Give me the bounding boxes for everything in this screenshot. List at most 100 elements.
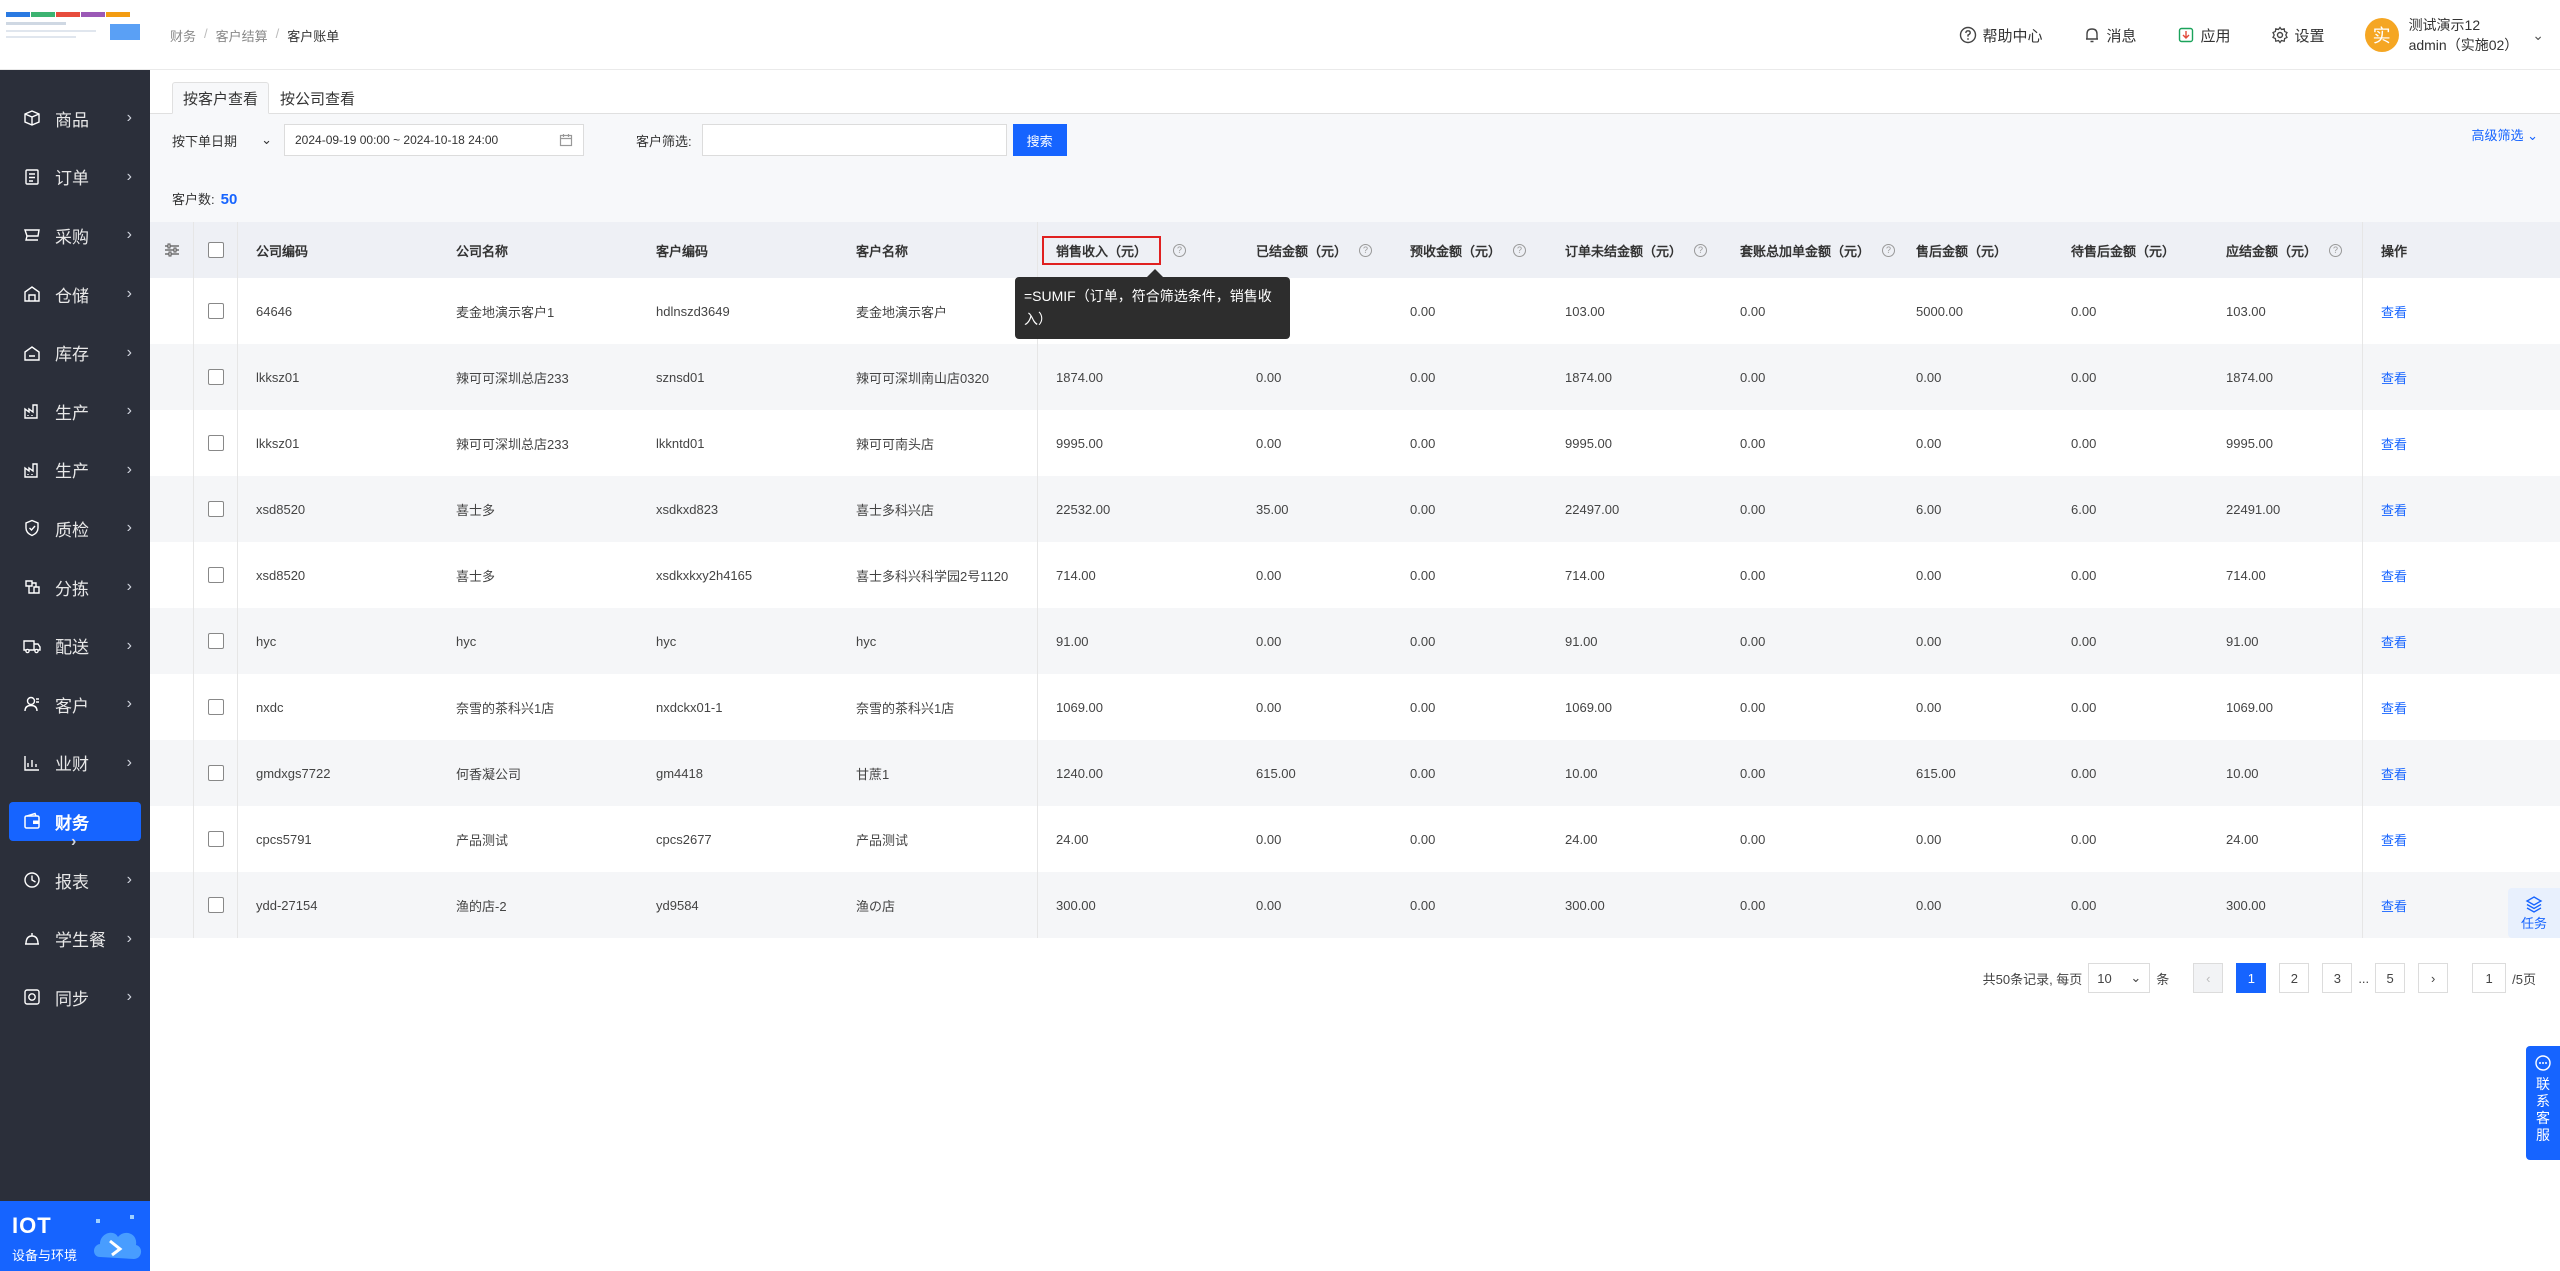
cell-pending-aftersale-amount: 0.00 (2053, 674, 2208, 740)
row-checkbox[interactable] (194, 410, 238, 476)
cell-text: 0.00 (2071, 567, 2097, 583)
help-circle-icon[interactable]: ? (1173, 243, 1187, 257)
cell-prepaid-amount: 0.00 (1392, 674, 1547, 740)
breadcrumb-finance[interactable]: 财务 (170, 26, 196, 45)
sidebar-item-6[interactable]: 生产 › (0, 441, 150, 500)
cell-text: lkksz01 (256, 369, 300, 385)
sidebar-item-15[interactable]: 同步 › (0, 968, 150, 1027)
view-link[interactable]: 查看 (2381, 500, 2407, 519)
row-checkbox[interactable] (194, 608, 238, 674)
sidebar-item-9[interactable]: 配送 › (0, 616, 150, 675)
cell-settled-amount: 0.00 (1238, 872, 1392, 938)
cell-text: 0.00 (1916, 567, 1942, 583)
view-link[interactable]: 查看 (2381, 764, 2407, 783)
row-checkbox[interactable] (194, 806, 238, 872)
date-type-select[interactable]: 按下单日期 ⌄ (172, 131, 272, 150)
iot-entry[interactable]: IOT 设备与环境 (0, 1201, 150, 1271)
customer-service-button[interactable]: 联 系 客 服 (2526, 1046, 2560, 1160)
help-circle-icon[interactable]: ? (1513, 243, 1527, 257)
row-checkbox[interactable] (194, 872, 238, 938)
view-link[interactable]: 查看 (2381, 830, 2407, 849)
row-checkbox[interactable] (194, 542, 238, 608)
sidebar-item-2[interactable]: 采购 › (0, 206, 150, 265)
cell-view-link[interactable]: 查看 (2363, 410, 2560, 476)
table-row: xsd8520 喜士多 xsdkxkxy2h4165 喜士多科兴科学园2号1120 71… (150, 542, 2560, 608)
cell-view-link[interactable]: 查看 (2363, 806, 2560, 872)
page-1-button[interactable]: 1 (2236, 963, 2267, 993)
cell-view-link[interactable]: 查看 (2363, 608, 2560, 674)
chevron-right-icon: › (126, 578, 132, 596)
user-menu[interactable]: 实 测试演示12 admin（实施02） ⌄ (2364, 15, 2544, 55)
row-checkbox[interactable] (194, 344, 238, 410)
sidebar-item-13[interactable]: 报表 › (0, 851, 150, 910)
sidebar-item-12[interactable]: 财务 › (0, 792, 150, 851)
row-checkbox[interactable] (194, 278, 238, 344)
help-circle-icon[interactable]: ? (1882, 243, 1896, 257)
page-2-button[interactable]: 2 (2279, 963, 2310, 993)
messages-link[interactable]: 消息 (2083, 25, 2137, 46)
view-link[interactable]: 查看 (2381, 302, 2407, 321)
view-link[interactable]: 查看 (2381, 368, 2407, 387)
cell-company-name: 辣可可深圳总店233 (438, 410, 638, 476)
sidebar-item-1[interactable]: 订单 › (0, 148, 150, 207)
help-circle-icon[interactable]: ? (1359, 243, 1373, 257)
task-button[interactable]: 任务 (2508, 888, 2560, 938)
cell-package-amount: 0.00 (1722, 344, 1898, 410)
cell-view-link[interactable]: 查看 (2363, 344, 2560, 410)
prev-page-button[interactable]: ‹ (2193, 963, 2224, 993)
chevron-right-icon: › (126, 343, 132, 361)
cell-text: 0.00 (1256, 435, 1282, 451)
cell-view-link[interactable]: 查看 (2363, 542, 2560, 608)
page-jump-input[interactable]: 1 (2472, 963, 2507, 993)
cell-text: 0.00 (2071, 435, 2097, 451)
breadcrumb-settlement[interactable]: 客户结算 (216, 26, 268, 45)
search-button[interactable]: 搜索 (1012, 124, 1067, 156)
sidebar-item-7[interactable]: 质检 › (0, 499, 150, 558)
row-checkbox[interactable] (194, 476, 238, 542)
cell-sales-income: 22532.00 (1038, 476, 1238, 542)
date-range-picker[interactable]: 2024-09-19 00:00 ~ 2024-10-18 24:00 (284, 124, 584, 156)
cell-view-link[interactable]: 查看 (2363, 674, 2560, 740)
cell-text: xsdkxkxy2h4165 (656, 567, 753, 583)
sidebar-item-11[interactable]: 业财 › (0, 734, 150, 793)
cell-view-link[interactable]: 查看 (2363, 740, 2560, 806)
tab-by-company[interactable]: 按公司查看 (269, 82, 366, 114)
logo[interactable] (0, 0, 150, 70)
page-5-button[interactable]: 5 (2375, 963, 2406, 993)
sidebar-item-14[interactable]: 学生餐 › (0, 909, 150, 968)
page-ellipsis: ... (2358, 970, 2370, 986)
cell-unsettled-amount: 1874.00 (1547, 344, 1722, 410)
row-checkbox[interactable] (194, 674, 238, 740)
select-all-checkbox[interactable] (194, 222, 238, 278)
cell-text: 辣可可深圳总店233 (456, 436, 569, 452)
page-3-button[interactable]: 3 (2322, 963, 2353, 993)
cell-view-link[interactable]: 查看 (2363, 278, 2560, 344)
page-size-select[interactable]: 10 ⌄ (2088, 963, 2151, 993)
apps-link[interactable]: 应用 (2177, 25, 2231, 46)
sidebar-item-3[interactable]: 仓储 › (0, 265, 150, 324)
cell-customer-code: nxdckx01-1 (638, 674, 838, 740)
view-link[interactable]: 查看 (2381, 698, 2407, 717)
help-center-link[interactable]: 帮助中心 (1959, 25, 2043, 46)
tab-by-customer[interactable]: 按客户查看 (172, 82, 270, 114)
help-circle-icon[interactable]: ? (1694, 243, 1708, 257)
settings-link[interactable]: 设置 (2271, 25, 2325, 46)
view-link[interactable]: 查看 (2381, 434, 2407, 453)
view-link[interactable]: 查看 (2381, 896, 2407, 915)
row-checkbox[interactable] (194, 740, 238, 806)
customer-filter-input[interactable] (701, 124, 1007, 156)
sidebar-item-8[interactable]: 分拣 › (0, 558, 150, 617)
view-link[interactable]: 查看 (2381, 566, 2407, 585)
sidebar-item-5[interactable]: 生产 › (0, 382, 150, 441)
advanced-filter-link[interactable]: 高级筛选 ⌄ (2471, 125, 2538, 144)
view-link[interactable]: 查看 (2381, 632, 2407, 651)
column-settings-icon[interactable] (150, 222, 194, 278)
cell-text: 103.00 (2226, 303, 2266, 319)
next-page-button[interactable]: › (2418, 963, 2449, 993)
sidebar-item-4[interactable]: 库存 › (0, 323, 150, 382)
sidebar-item-0[interactable]: 商品 › (0, 89, 150, 148)
cell-view-link[interactable]: 查看 (2363, 476, 2560, 542)
sidebar-item-10[interactable]: 客户 › (0, 675, 150, 734)
help-circle-icon[interactable]: ? (2329, 243, 2343, 257)
cell-text: sznsd01 (656, 369, 705, 385)
